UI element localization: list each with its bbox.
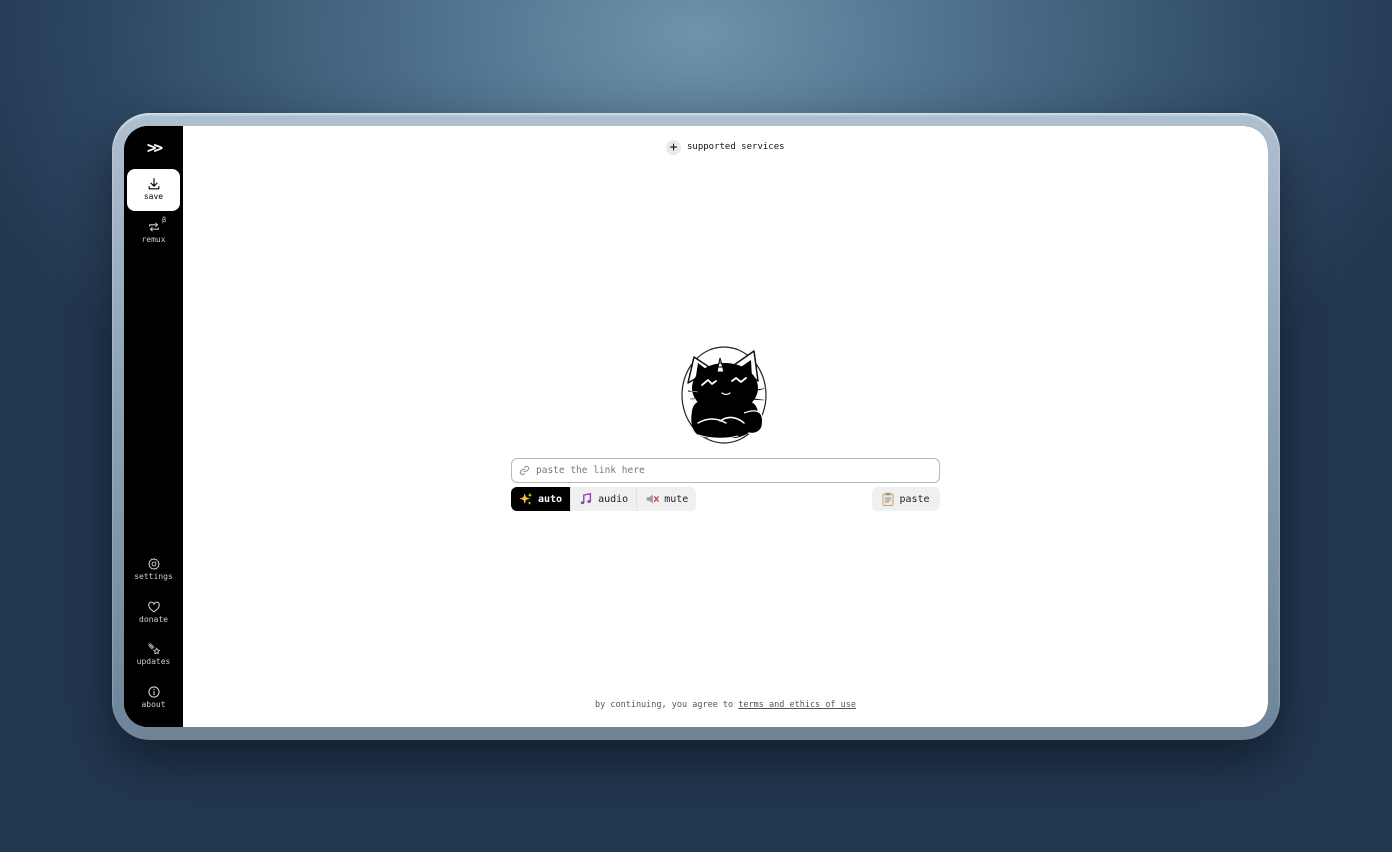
download-mode-switcher: auto audio mute xyxy=(511,487,697,511)
heart-icon xyxy=(147,601,160,613)
supported-services-button[interactable]: + supported services xyxy=(666,139,785,155)
terms-link[interactable]: terms and ethics of use xyxy=(738,700,856,710)
info-icon xyxy=(147,686,160,698)
gear-icon xyxy=(147,558,160,570)
sidebar-item-label: updates xyxy=(136,657,171,666)
mode-audio-button[interactable]: audio xyxy=(570,487,636,511)
sidebar-item-label: save xyxy=(143,192,164,201)
mute-icon xyxy=(646,494,660,504)
device-frame: >> save β remux settings donate updates … xyxy=(112,113,1280,740)
sidebar-item-about[interactable]: about xyxy=(127,677,180,719)
clipboard-icon xyxy=(882,492,894,506)
terms-footer: by continuing, you agree to terms and et… xyxy=(183,700,1268,710)
link-input[interactable] xyxy=(536,465,916,476)
main-content: + supported services paste the link here… xyxy=(183,126,1268,727)
star-icon xyxy=(147,643,160,655)
sidebar-item-settings[interactable]: settings xyxy=(127,549,180,591)
sidebar: >> save β remux settings donate updates … xyxy=(124,126,183,727)
supported-services-label: supported services xyxy=(687,142,785,152)
mode-mute-button[interactable]: mute xyxy=(636,487,696,511)
sidebar-item-label: donate xyxy=(139,615,168,624)
paste-button[interactable]: paste xyxy=(872,487,940,511)
sidebar-item-label: remux xyxy=(141,235,166,244)
sidebar-item-label: settings xyxy=(134,572,173,581)
sidebar-item-donate[interactable]: donate xyxy=(127,592,180,634)
download-icon xyxy=(148,178,159,190)
app-window: >> save β remux settings donate updates … xyxy=(124,126,1268,727)
terms-prefix: by continuing, you agree to xyxy=(595,700,739,710)
sidebar-item-label: about xyxy=(141,700,166,709)
sidebar-toggle-logo[interactable]: >> xyxy=(124,136,183,160)
sidebar-item-updates[interactable]: updates xyxy=(127,634,180,676)
music-icon xyxy=(580,492,592,505)
mode-auto-button[interactable]: auto xyxy=(511,487,571,511)
sidebar-item-remux[interactable]: β remux xyxy=(127,212,180,254)
beta-badge: β xyxy=(162,216,167,224)
link-input-container[interactable] xyxy=(511,458,940,483)
paste-label: paste xyxy=(899,493,930,505)
mode-label: audio xyxy=(598,493,629,505)
sidebar-item-save[interactable]: save xyxy=(127,169,180,211)
mode-label: mute xyxy=(664,493,689,505)
link-icon xyxy=(519,465,530,476)
plus-icon: + xyxy=(666,139,681,155)
sparkles-icon xyxy=(519,492,533,505)
remux-icon xyxy=(148,222,159,232)
mode-label: auto xyxy=(538,493,563,505)
cat-mascot-icon xyxy=(681,346,767,444)
